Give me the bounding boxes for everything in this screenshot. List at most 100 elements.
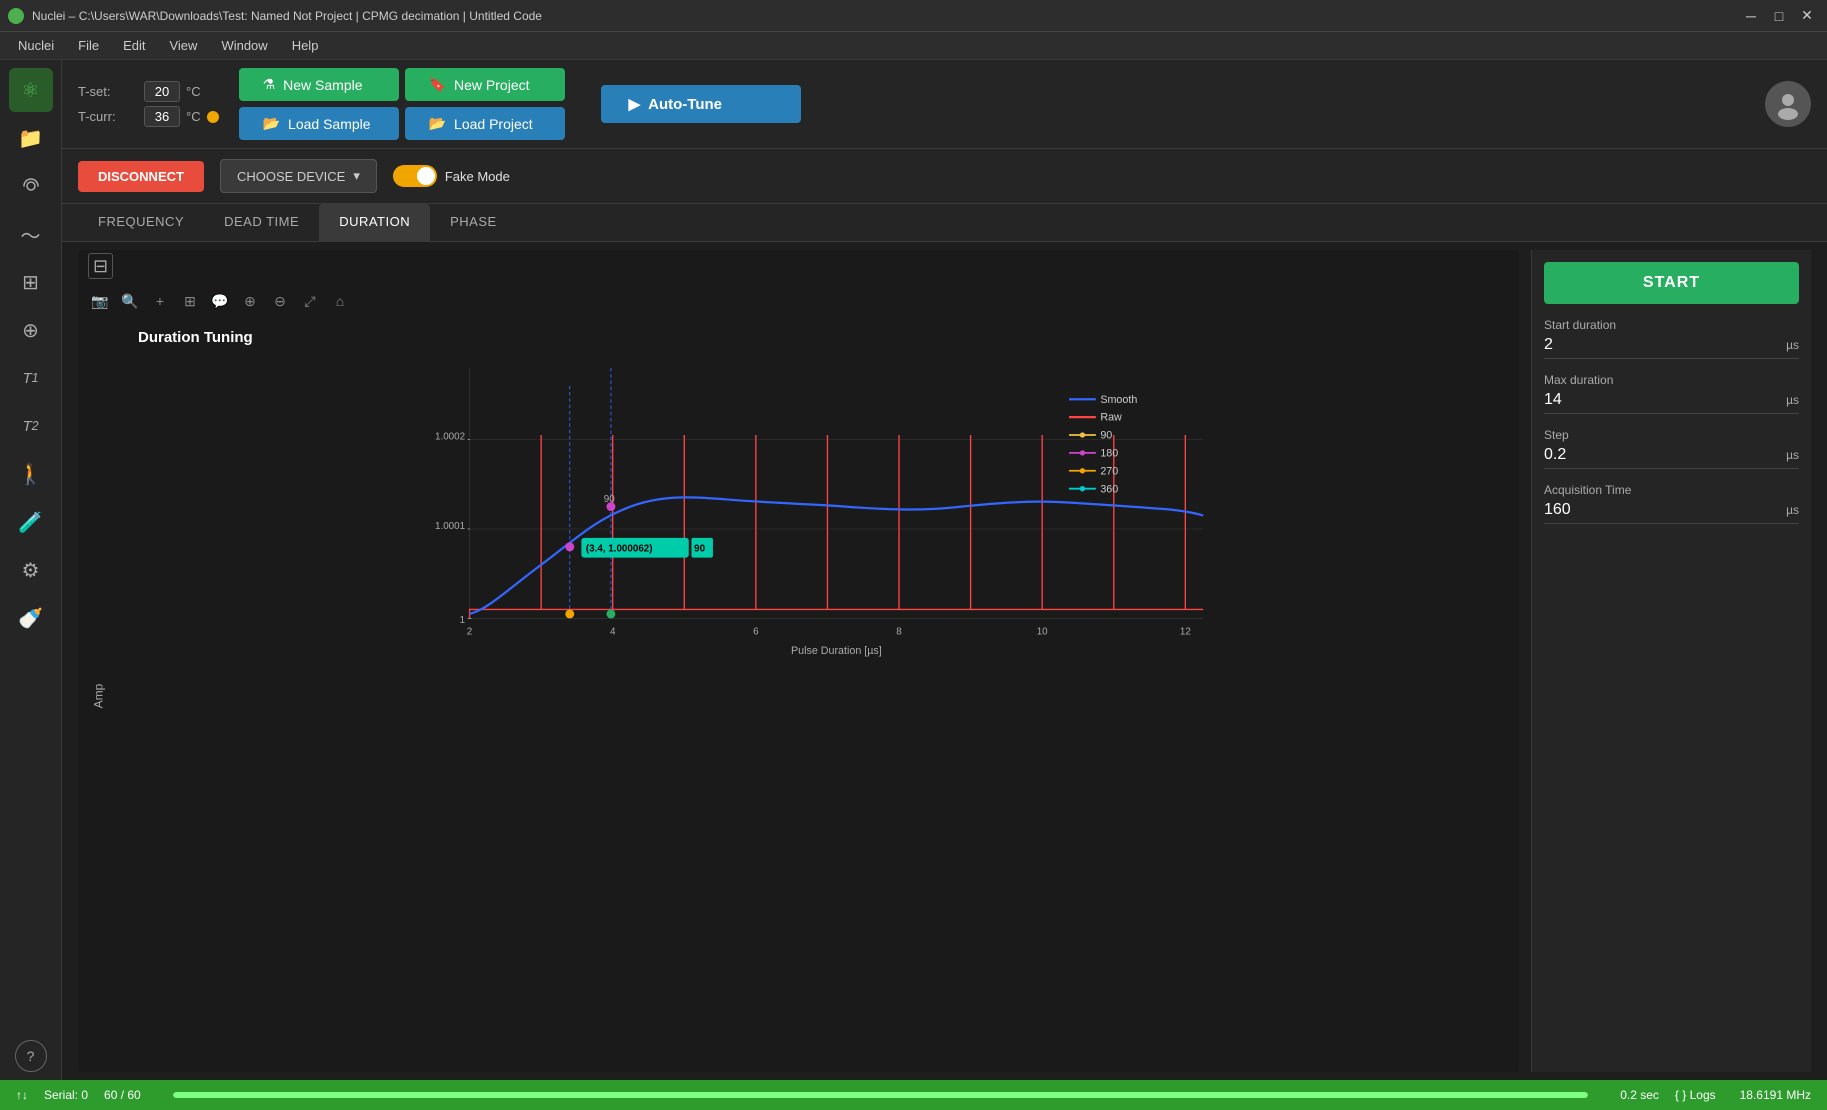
acq-time-unit: µs [1786,503,1799,517]
svg-text:1.0002: 1.0002 [435,431,465,442]
progress-label: 60 / 60 [104,1088,141,1102]
temperature-group: T-set: 20 °C T-curr: 36 °C [78,81,219,127]
svg-text:12: 12 [1180,627,1191,638]
step-group: Step µs [1544,428,1799,469]
content-area: T-set: 20 °C T-curr: 36 °C ⚗ New Sample [62,60,1827,1080]
minus-box-button[interactable]: ⊖ [268,289,292,313]
menu-window[interactable]: Window [211,36,277,55]
tab-dead-time[interactable]: DEAD TIME [204,204,319,241]
sidebar-item-settings[interactable]: ⚙ [9,548,53,592]
acq-time-label: Acquisition Time [1544,483,1799,497]
frequency-status: 18.6191 MHz [1740,1088,1811,1102]
chart-wrapper: Duration Tuning Amp 1 1.0001 1.0002 [78,319,1519,1072]
choose-device-button[interactable]: CHOOSE DEVICE ▾ [220,159,377,193]
grid-tool-button[interactable]: ⊞ [178,289,202,313]
sidebar-item-person[interactable]: 🚶 [9,452,53,496]
disconnect-button[interactable]: DISCONNECT [78,161,204,192]
flask-icon: ⚗ [263,76,276,93]
fake-mode-label: Fake Mode [445,169,510,184]
temp-curr-unit: °C [186,109,201,124]
logs-button[interactable]: { } Logs [1675,1088,1716,1102]
load-project-button[interactable]: 📂 Load Project [405,107,565,140]
split-view-icon[interactable]: ⊟ [88,253,113,279]
start-button[interactable]: START [1544,262,1799,304]
menu-edit[interactable]: Edit [113,36,155,55]
new-project-button[interactable]: 🔖 New Project [405,68,565,101]
acq-time-group: Acquisition Time µs [1544,483,1799,524]
sidebar-item-help[interactable]: ? [15,1040,47,1072]
step-input[interactable] [1544,446,1786,464]
sidebar-item-dashboard[interactable]: ⊞ [9,260,53,304]
camera-tool-button[interactable]: 📷 [88,289,112,313]
svg-text:2: 2 [467,627,472,638]
window-controls[interactable]: ─ □ ✕ [1739,4,1819,28]
tab-duration[interactable]: DURATION [319,204,430,241]
minimize-button[interactable]: ─ [1739,4,1763,28]
maximize-button[interactable]: □ [1767,4,1791,28]
svg-text:270: 270 [1100,465,1118,477]
sidebar-item-t1[interactable]: T1 [9,356,53,400]
sidebar-item-folder[interactable]: 📁 [9,116,53,160]
acq-time-row: µs [1544,501,1799,524]
menu-nuclei[interactable]: Nuclei [8,36,64,55]
temp-curr-label: T-curr: [78,109,138,124]
max-duration-label: Max duration [1544,373,1799,387]
sidebar-item-chart[interactable]: 〜 [9,212,53,256]
comment-tool-button[interactable]: 💬 [208,289,232,313]
home-reset-button[interactable]: ⌂ [328,289,352,313]
start-duration-group: Start duration µs [1544,318,1799,359]
menu-help[interactable]: Help [282,36,329,55]
device-row: DISCONNECT CHOOSE DEVICE ▾ Fake Mode [62,149,1827,204]
acq-time-input[interactable] [1544,501,1786,519]
svg-text:1: 1 [460,615,465,626]
max-duration-input[interactable] [1544,391,1786,409]
step-label: Step [1544,428,1799,442]
max-duration-row: µs [1544,391,1799,414]
add-box-button[interactable]: ⊕ [238,289,262,313]
menu-file[interactable]: File [68,36,109,55]
tab-frequency[interactable]: FREQUENCY [78,204,204,241]
fake-mode-toggle[interactable] [393,165,437,187]
status-progress-fill [173,1092,1588,1098]
user-avatar[interactable] [1765,81,1811,127]
status-progress-bar [173,1092,1588,1098]
expand-button[interactable]: ⤢ [298,289,322,313]
temp-set-unit: °C [186,84,201,99]
sidebar-item-tube[interactable]: 🧪 [9,500,53,544]
start-duration-input[interactable] [1544,336,1786,354]
step-row: µs [1544,446,1799,469]
max-duration-group: Max duration µs [1544,373,1799,414]
svg-text:90: 90 [1100,430,1112,442]
sidebar-item-home[interactable]: ⚛ [9,68,53,112]
temp-set-label: T-set: [78,84,138,99]
chart-toolbar: 📷 🔍 + ⊞ 💬 ⊕ ⊖ ⤢ ⌂ [78,283,1519,319]
new-sample-button[interactable]: ⚗ New Sample [239,68,399,101]
sidebar-item-wifi[interactable] [9,164,53,208]
chevron-down-icon: ▾ [353,168,360,184]
sidebar-item-t2[interactable]: T2 [9,404,53,448]
menu-bar: Nuclei File Edit View Window Help [0,32,1827,60]
play-icon: ▶ [629,95,641,113]
chart-panel: ⊟ 📷 🔍 + ⊞ 💬 ⊕ ⊖ ⤢ ⌂ Duration Tuning [78,250,1519,1072]
zoom-in-tool-button[interactable]: 🔍 [118,289,142,313]
status-right: { } Logs 18.6191 MHz [1675,1088,1811,1102]
sidebar-item-add[interactable]: ⊕ [9,308,53,352]
svg-text:(3.4, 1.000062): (3.4, 1.000062) [586,543,653,554]
title-bar-left: Nuclei – C:\Users\WAR\Downloads\Test: Na… [8,8,542,24]
tab-phase[interactable]: PHASE [430,204,517,241]
svg-text:8: 8 [896,627,902,638]
bookmark-icon: 🔖 [429,76,446,93]
menu-view[interactable]: View [159,36,207,55]
start-duration-row: µs [1544,336,1799,359]
y-axis-label: Amp [91,683,105,708]
sidebar: ⚛ 📁 〜 ⊞ ⊕ T1 T2 🚶 🧪 ⚙ 🍼 ? [0,60,62,1080]
temp-indicator [207,111,219,123]
temp-set-row: T-set: 20 °C [78,81,219,102]
title-bar: Nuclei – C:\Users\WAR\Downloads\Test: Na… [0,0,1827,32]
autotune-button[interactable]: ▶ Auto-Tune [601,85,801,123]
zoom-plus-button[interactable]: + [148,289,172,313]
close-button[interactable]: ✕ [1795,4,1819,28]
chart-container: ⊟ 📷 🔍 + ⊞ 💬 ⊕ ⊖ ⤢ ⌂ Duration Tuning [62,242,1827,1080]
sidebar-item-misc[interactable]: 🍼 [9,596,53,640]
load-sample-button[interactable]: 📂 Load Sample [239,107,399,140]
